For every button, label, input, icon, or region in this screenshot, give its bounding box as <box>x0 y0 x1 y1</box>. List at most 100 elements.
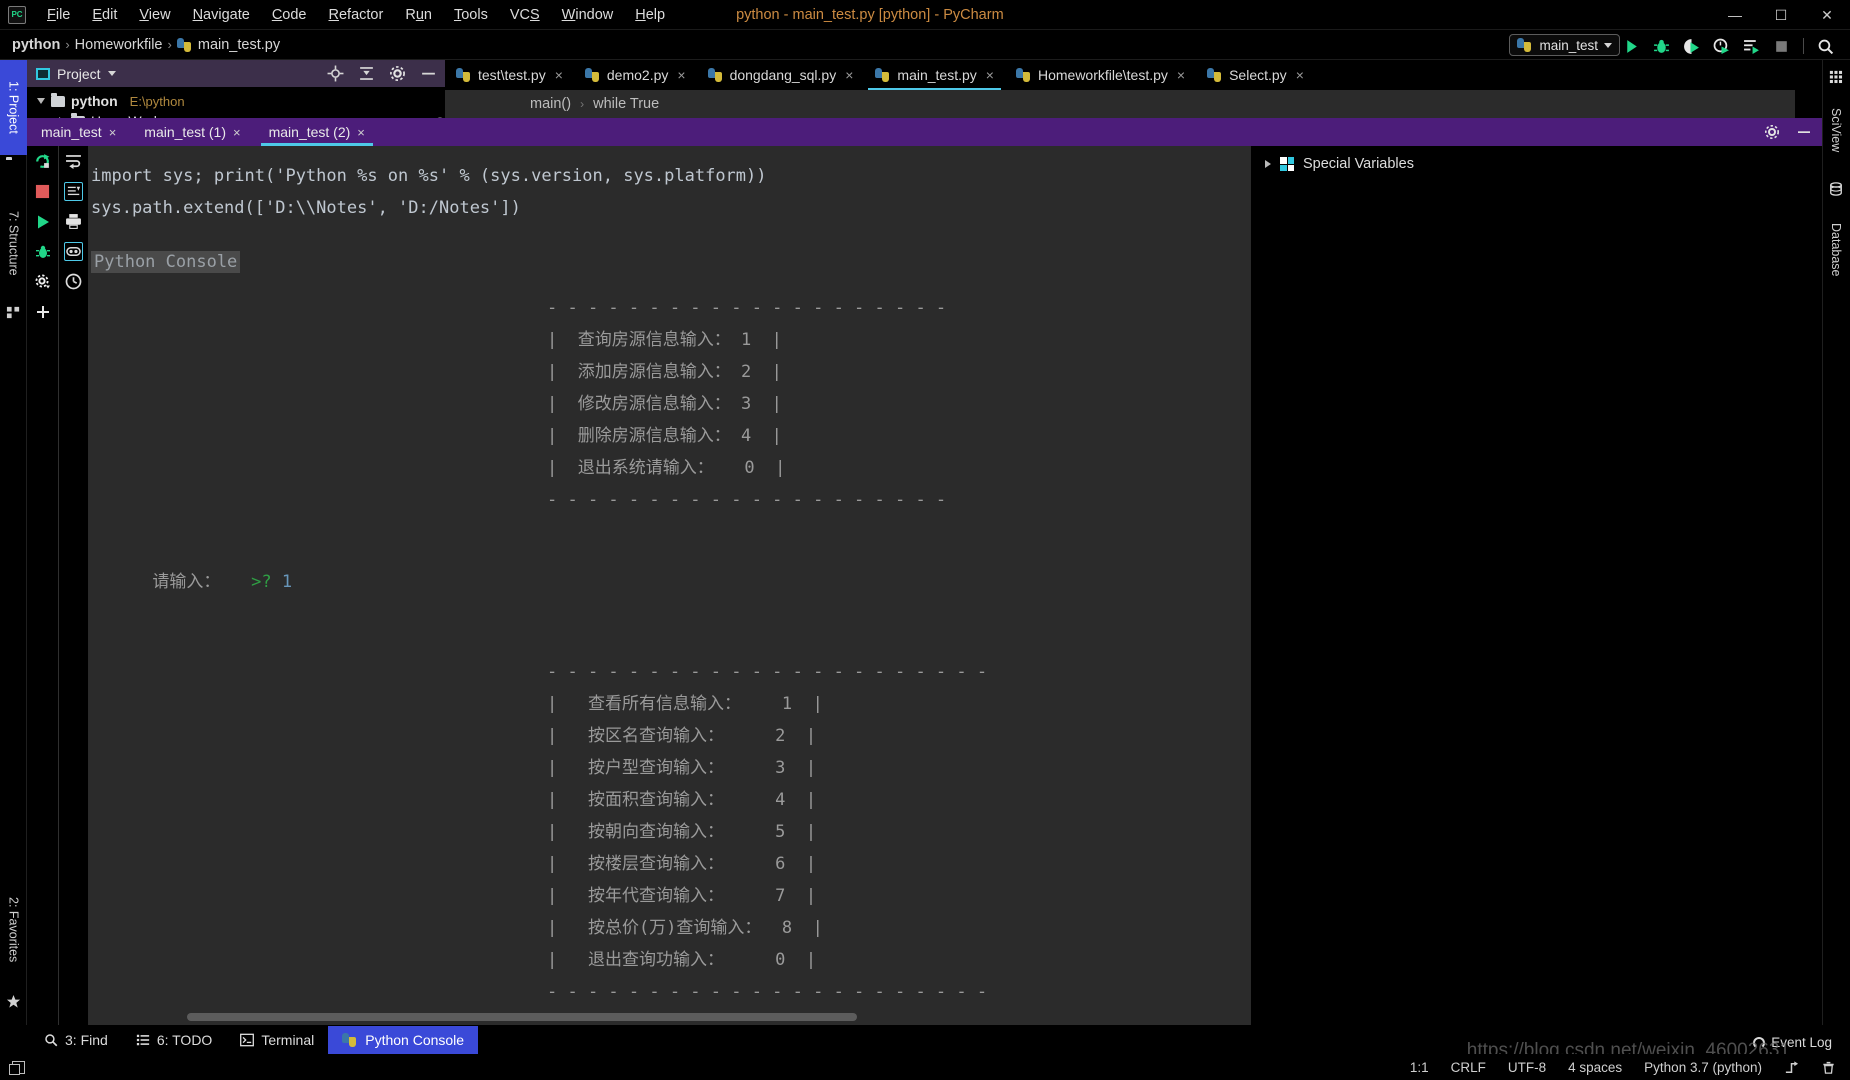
menu-file[interactable]: File <box>36 4 81 26</box>
sidebar-item-favorites[interactable]: 2: Favorites <box>0 875 27 985</box>
bottom-tab-find-label: 3: Find <box>65 1032 108 1048</box>
run-configuration-selector[interactable]: main_test <box>1509 34 1620 56</box>
gear-icon[interactable] <box>1764 124 1780 140</box>
debug-icon[interactable] <box>1653 38 1670 55</box>
list-icon <box>136 1034 149 1046</box>
close-icon[interactable]: × <box>1177 67 1185 83</box>
editor-breadcrumb-item-1[interactable]: while True <box>593 96 659 112</box>
settings-icon[interactable] <box>33 272 52 291</box>
menu-2-row-3: | 按面积查询输入： 4 | <box>547 790 817 810</box>
gutter-column-secondary <box>64 152 83 291</box>
soft-wrap-icon[interactable] <box>64 152 83 171</box>
debug-icon[interactable] <box>33 242 52 261</box>
event-log-label: Event Log <box>1771 1035 1832 1050</box>
bottom-tab-python-console[interactable]: Python Console <box>328 1026 479 1054</box>
breadcrumb-project[interactable]: python <box>12 37 60 53</box>
sidebar-item-project[interactable]: 1: Project <box>0 60 27 155</box>
run-icon[interactable] <box>1623 38 1640 55</box>
close-icon[interactable]: × <box>986 67 994 83</box>
menu-run[interactable]: Run <box>394 4 443 26</box>
scroll-to-end-icon[interactable] <box>64 182 83 201</box>
editor-tab-5[interactable]: Select.py × <box>1196 60 1315 90</box>
console-tab-1[interactable]: main_test (1) × <box>130 118 254 146</box>
status-bar-left[interactable] <box>9 1060 25 1075</box>
close-icon[interactable]: × <box>357 125 365 140</box>
event-log-button[interactable]: Event Log <box>1753 1035 1832 1050</box>
bottom-tab-find[interactable]: 3: Find <box>30 1026 122 1054</box>
editor-breadcrumb-item-0[interactable]: main() <box>530 96 571 112</box>
python-console-output[interactable]: import sys; print('Python %s on %s' % (s… <box>89 146 1250 1025</box>
sidebar-item-sciview[interactable]: SciView <box>1822 90 1850 170</box>
python-file-icon <box>707 68 722 82</box>
breadcrumb-file[interactable]: main_test.py <box>198 37 280 53</box>
encoding[interactable]: UTF-8 <box>1508 1060 1546 1075</box>
editor-tab-2[interactable]: dongdang_sql.py × <box>697 60 865 90</box>
menu-edit[interactable]: Edit <box>81 4 128 26</box>
close-icon[interactable]: × <box>233 125 241 140</box>
console-horizontal-scrollbar[interactable] <box>187 1013 857 1021</box>
print-icon[interactable] <box>64 212 83 231</box>
menu-2-rule-bottom: - - - - - - - - - - - - - - - - - - - - … <box>547 982 988 1002</box>
menu-window[interactable]: Window <box>551 4 625 26</box>
run-icon[interactable] <box>33 212 52 231</box>
trash-icon[interactable] <box>1821 1060 1836 1075</box>
chevron-down-icon[interactable] <box>107 71 116 76</box>
add-icon[interactable] <box>33 302 52 321</box>
interpreter-setting[interactable]: Python 3.7 (python) <box>1644 1060 1762 1075</box>
indent-setting[interactable]: 4 spaces <box>1568 1060 1622 1075</box>
bottom-tab-todo[interactable]: 6: TODO <box>122 1026 227 1054</box>
clock-icon[interactable] <box>64 272 83 291</box>
editor-tab-0[interactable]: test\test.py × <box>445 60 574 90</box>
chevron-right-icon[interactable] <box>1265 160 1271 168</box>
collapse-all-icon[interactable] <box>358 65 375 82</box>
rerun-icon[interactable] <box>33 152 52 171</box>
maximize-icon[interactable]: ☐ <box>1758 0 1804 30</box>
close-icon[interactable]: × <box>845 67 853 83</box>
console-history-icon[interactable] <box>64 242 83 261</box>
search-everywhere-icon[interactable] <box>1817 38 1834 55</box>
caret-position[interactable]: 1:1 <box>1410 1060 1429 1075</box>
console-tab-0[interactable]: main_test × <box>27 118 130 146</box>
line-separator[interactable]: CRLF <box>1451 1060 1486 1075</box>
gear-icon[interactable] <box>389 65 406 82</box>
stop-icon[interactable] <box>33 182 52 201</box>
tool-windows-icon[interactable] <box>9 1060 25 1075</box>
menu-view[interactable]: View <box>128 4 181 26</box>
menu-navigate[interactable]: Navigate <box>182 4 261 26</box>
breadcrumb-folder[interactable]: Homeworkfile <box>75 37 163 53</box>
minimize-icon[interactable]: — <box>1712 0 1758 30</box>
close-icon[interactable]: × <box>1296 67 1304 83</box>
breadcrumb-separator: › <box>65 37 70 52</box>
close-icon[interactable]: ✕ <box>1804 0 1850 30</box>
menu-tools[interactable]: Tools <box>443 4 499 26</box>
close-icon[interactable]: × <box>109 125 117 140</box>
branch-icon[interactable] <box>1784 1060 1799 1075</box>
tree-row-python[interactable]: python E:\python <box>37 91 445 111</box>
profile-icon[interactable] <box>1713 38 1730 55</box>
sidebar-item-structure[interactable]: 7: Structure <box>0 188 27 298</box>
menu-code[interactable]: Code <box>261 4 318 26</box>
hide-window-icon[interactable] <box>420 65 437 82</box>
window-title: python - main_test.py [python] - PyCharm <box>736 6 1004 23</box>
tree-node-path: E:\python <box>129 93 185 109</box>
editor-tab-3[interactable]: main_test.py × <box>864 60 1005 90</box>
sidebar-item-database[interactable]: Database <box>1822 202 1850 297</box>
run-with-console-icon[interactable] <box>1743 38 1760 55</box>
bottom-tab-terminal[interactable]: Terminal <box>226 1026 328 1054</box>
project-title-group[interactable]: Project <box>36 66 116 82</box>
editor-tab-4[interactable]: Homeworkfile\test.py × <box>1005 60 1196 90</box>
close-icon[interactable]: × <box>555 67 563 83</box>
menu-vcs[interactable]: VCS <box>499 4 551 26</box>
close-icon[interactable]: × <box>677 67 685 83</box>
console-tab-2[interactable]: main_test (2) × <box>255 118 379 146</box>
editor-tab-1[interactable]: demo2.py × <box>574 60 697 90</box>
hide-window-icon[interactable] <box>1796 124 1812 140</box>
menu-refactor[interactable]: Refactor <box>318 4 395 26</box>
chevron-down-icon[interactable] <box>37 98 45 104</box>
menu-2-row-0: | 查看所有信息输入： 1 | <box>547 694 823 714</box>
menu-help[interactable]: Help <box>624 4 676 26</box>
stop-icon[interactable] <box>1773 38 1790 55</box>
locate-icon[interactable] <box>327 65 344 82</box>
run-coverage-icon[interactable] <box>1683 38 1700 55</box>
special-variables-row[interactable]: Special Variables <box>1251 146 1822 172</box>
